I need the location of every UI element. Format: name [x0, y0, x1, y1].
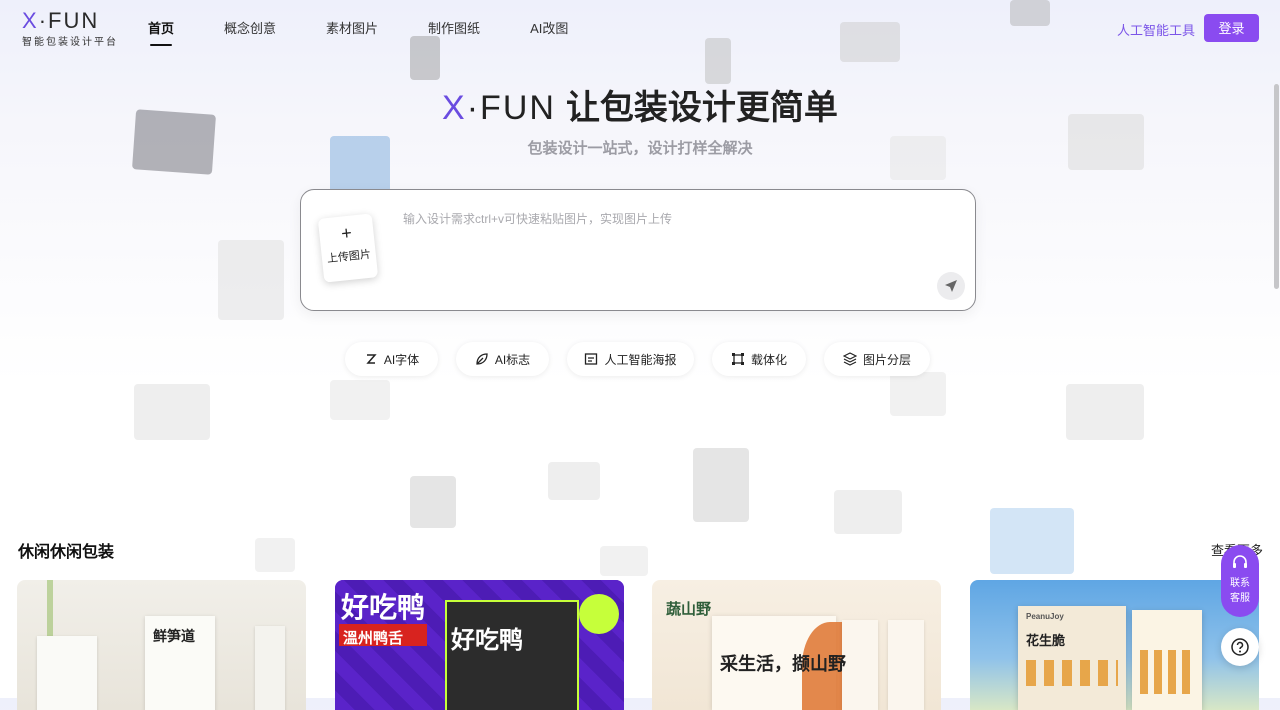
chip-ai-font[interactable]: AI字体	[345, 342, 438, 376]
product-card[interactable]: PeanuJoy 花生脆	[970, 580, 1259, 710]
hero-title-text: 让包装设计更简单	[565, 89, 838, 127]
package-image	[1018, 606, 1126, 710]
badge	[579, 594, 619, 634]
ai-tools-link[interactable]: 人工智能工具	[1117, 20, 1195, 39]
top-header: X·FUN 智能包装设计平台 首页 概念创意 素材图片 制作图纸 AI改图 人工…	[0, 0, 1280, 56]
chip-mockup[interactable]: 载体化	[712, 342, 806, 376]
wave-pattern	[1026, 660, 1118, 686]
chip-layer-split[interactable]: 图片分层	[824, 342, 930, 376]
headset-icon	[1233, 555, 1247, 568]
nav-ai-edit[interactable]: AI改图	[530, 18, 568, 46]
product-card[interactable]: 蔬山野 采生活，撷山野	[652, 580, 941, 710]
layers-icon	[842, 352, 857, 366]
card-title: 采生活，撷山野	[720, 654, 846, 674]
chip-layer-split-label: 图片分层	[862, 352, 911, 367]
customer-support-button[interactable]: 联系 客服	[1221, 545, 1259, 617]
brand-label: PeanuJoy	[1026, 612, 1064, 621]
package-image	[445, 600, 579, 710]
hero-title: X·FUN 让包装设计更简单	[0, 80, 1280, 129]
nav-home[interactable]: 首页	[148, 18, 174, 46]
question-icon	[1231, 638, 1249, 656]
card-title: 花生脆	[1026, 633, 1066, 648]
frame-icon	[731, 353, 744, 365]
login-button[interactable]: 登录	[1204, 14, 1259, 42]
product-card[interactable]: 鲜笋道	[17, 580, 306, 710]
card-title-alt: 好吃鸭	[451, 627, 523, 654]
wave-pattern	[1140, 650, 1194, 694]
chip-ai-logo-label: AI标志	[494, 352, 531, 367]
main-nav: 首页 概念创意 素材图片 制作图纸 AI改图	[148, 18, 618, 46]
prompt-input[interactable]	[401, 208, 945, 230]
font-icon	[366, 354, 377, 364]
send-icon	[945, 280, 957, 292]
nav-drawings[interactable]: 制作图纸	[428, 18, 480, 46]
hero-subtitle: 包装设计一站式，设计打样全解决	[527, 141, 753, 157]
section-title: 休闲休闲包装	[18, 544, 115, 561]
chip-ai-poster[interactable]: 人工智能海报	[567, 342, 694, 376]
chip-mockup-label: 载体化	[750, 352, 787, 367]
hero-brand: X·FUN	[442, 89, 556, 127]
prompt-box: + 上传图片	[300, 189, 976, 311]
brand-label: 蔬山野	[666, 602, 712, 618]
upload-image-button[interactable]: + 上传图片	[317, 213, 379, 283]
logo-wordmark-rest: ·FUN	[38, 8, 100, 33]
upload-image-label: 上传图片	[326, 248, 372, 266]
product-card[interactable]: 好吃鸭 溫州鸭舌 好吃鸭	[335, 580, 624, 710]
support-label-1: 联系	[1230, 578, 1250, 589]
leaf-icon	[476, 353, 488, 365]
nav-assets[interactable]: 素材图片	[326, 18, 378, 46]
send-button[interactable]	[937, 272, 965, 300]
nav-concept[interactable]: 概念创意	[224, 18, 276, 46]
card-title: 鲜笋道	[153, 628, 195, 644]
card-title: 好吃鸭	[341, 592, 426, 623]
chip-ai-font-label: AI字体	[383, 352, 420, 367]
site-logo[interactable]: X·FUN 智能包装设计平台	[22, 8, 118, 49]
package-image	[888, 620, 924, 710]
scrollbar[interactable]	[1274, 84, 1279, 289]
card-subtitle: 溫州鸭舌	[343, 630, 404, 647]
chip-ai-poster-label: 人工智能海报	[604, 352, 677, 367]
package-image	[842, 620, 878, 710]
help-button[interactable]	[1221, 628, 1259, 666]
logo-tagline: 智能包装设计平台	[22, 37, 118, 48]
logo-wordmark: X·FUN	[22, 8, 100, 33]
package-image	[37, 636, 97, 710]
support-label-2: 客服	[1230, 593, 1250, 604]
poster-icon	[585, 353, 598, 365]
package-image	[255, 626, 285, 710]
chip-ai-logo[interactable]: AI标志	[456, 342, 549, 376]
plus-icon: +	[340, 222, 353, 244]
